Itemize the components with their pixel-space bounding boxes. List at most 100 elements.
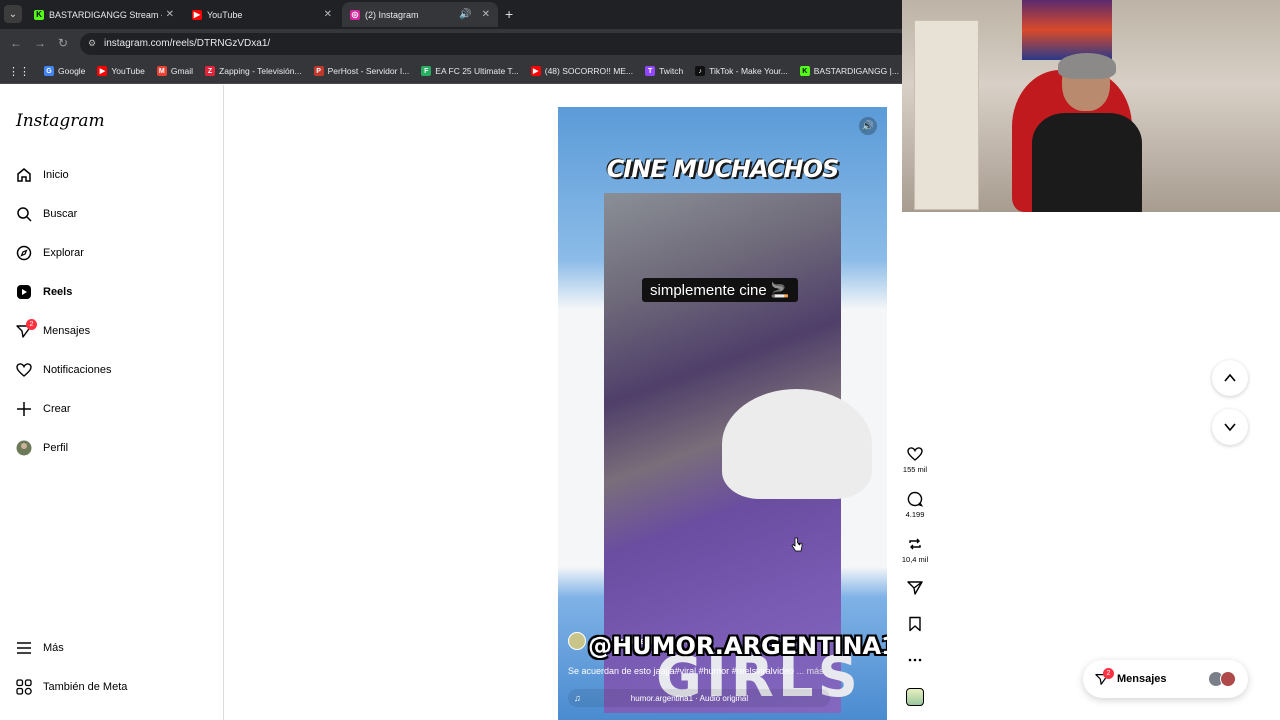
- bookmark-perhost[interactable]: P PerHost - Servidor I...: [313, 66, 409, 76]
- bookmark-label: Google: [58, 66, 86, 76]
- perhost-icon: P: [313, 66, 324, 76]
- bookmark-youtube[interactable]: ▶ YouTube: [97, 66, 145, 76]
- like-action[interactable]: 155 mil: [895, 446, 935, 474]
- back-icon[interactable]: ←: [10, 36, 22, 50]
- webcam-poster: [1022, 0, 1112, 60]
- sidebar-item-reels[interactable]: Reels: [16, 284, 72, 300]
- google-icon: G: [44, 66, 54, 76]
- sidebar-item-notificaciones[interactable]: Notificaciones: [16, 362, 111, 378]
- address-bar[interactable]: ⚙ instagram.com/reels/DTRNGzVDxa1/: [80, 33, 910, 55]
- cigarette-emoji: 🚬: [770, 282, 790, 299]
- search-icon: [16, 206, 32, 222]
- tab-search-button[interactable]: ⌄: [4, 5, 22, 23]
- volume-icon[interactable]: 🔊: [859, 117, 877, 135]
- comment-action[interactable]: 4.199: [895, 491, 935, 519]
- reel-video[interactable]: GIRLS CINE MUCHACHOS simplemente cine 🚬 …: [558, 107, 887, 720]
- streamer-hair: [1058, 53, 1116, 79]
- close-tab-icon[interactable]: ✕: [324, 9, 332, 20]
- like-count: 155 mil: [902, 465, 928, 474]
- kick-icon: K: [34, 9, 44, 20]
- previous-reel-button[interactable]: [1212, 360, 1248, 396]
- sidebar-item-label: Explorar: [43, 247, 84, 259]
- sidebar-item-label: Más: [43, 642, 64, 654]
- site-info-icon[interactable]: ⚙: [88, 38, 96, 49]
- sidebar-item-label: Mensajes: [43, 325, 91, 337]
- new-tab-button[interactable]: +: [505, 6, 513, 22]
- more-options-action[interactable]: [895, 652, 935, 668]
- author-avatar[interactable]: [568, 632, 586, 650]
- bookmark-label: Gmail: [170, 66, 194, 76]
- tab-youtube[interactable]: ▶ YouTube ✕: [184, 2, 340, 27]
- more-icon[interactable]: [907, 652, 923, 668]
- sidebar-item-explorar[interactable]: Explorar: [16, 245, 84, 261]
- bookmark-google[interactable]: G Google: [44, 66, 85, 76]
- bookmark-label: Twitch: [659, 66, 684, 76]
- tab-label: BASTARDIGANGG Stream - Wa: [49, 9, 162, 20]
- share-action[interactable]: [895, 580, 935, 596]
- forward-icon[interactable]: →: [34, 36, 46, 50]
- share-icon[interactable]: [907, 580, 923, 596]
- bookmark-socorro[interactable]: ▶ (48) SOCORRO!! ME...: [530, 66, 633, 76]
- notification-badge: 2: [1103, 668, 1114, 679]
- sidebar-item-label: Inicio: [43, 169, 69, 181]
- avatar: [1220, 671, 1236, 687]
- sidebar-item-perfil[interactable]: Perfil: [16, 440, 68, 456]
- tab-bastardigangg[interactable]: K BASTARDIGANGG Stream - Wa ✕: [26, 2, 182, 27]
- compass-icon: [16, 245, 32, 261]
- notification-badge: 2: [26, 319, 37, 330]
- sidebar-item-mensajes[interactable]: 2 Mensajes: [16, 319, 91, 339]
- chevron-down-icon: [1224, 423, 1236, 432]
- streamer-shirt: [1032, 113, 1142, 212]
- sidebar-item-label: Reels: [43, 286, 73, 298]
- more-link[interactable]: ... más: [797, 666, 824, 676]
- repost-icon[interactable]: [907, 536, 923, 552]
- plus-icon: [16, 401, 32, 417]
- bookmark-twitch[interactable]: T Twitch: [645, 66, 683, 76]
- repost-action[interactable]: 10,4 mil: [895, 536, 935, 564]
- reel-description: Se acuerdan de esto jaajja#viral #humor …: [568, 666, 824, 676]
- youtube-icon: ▶: [97, 66, 108, 76]
- reel-title: CINE MUCHACHOS: [606, 155, 840, 183]
- heart-icon: [16, 362, 32, 378]
- video-subject: [722, 389, 872, 499]
- audio-thumbnail[interactable]: [895, 688, 935, 706]
- sidebar-item-mas[interactable]: Más: [16, 640, 64, 656]
- heart-icon[interactable]: [907, 446, 923, 462]
- sidebar-item-crear[interactable]: Crear: [16, 401, 71, 417]
- menu-icon: [16, 640, 32, 656]
- close-tab-icon[interactable]: ✕: [166, 9, 174, 20]
- streamer: [1032, 53, 1142, 212]
- save-action[interactable]: [895, 616, 935, 632]
- music-note-icon: ♫: [574, 693, 581, 703]
- message-avatars: [1208, 671, 1236, 687]
- tab-label: (2) Instagram: [365, 9, 419, 20]
- bookmark-zapping[interactable]: Z Zapping - Televisión...: [205, 66, 302, 76]
- messages-button[interactable]: 2 Mensajes: [1083, 660, 1248, 698]
- close-tab-icon[interactable]: ✕: [482, 9, 490, 20]
- bookmark-gmail[interactable]: M Gmail: [156, 66, 194, 76]
- bookmark-label: TikTok - Make Your...: [709, 66, 788, 76]
- audio-pill[interactable]: ♫ humor.argentina1 · Audio original: [568, 689, 830, 707]
- comment-icon[interactable]: [907, 491, 923, 507]
- eafc-icon: F: [421, 66, 432, 76]
- apps-icon[interactable]: ⋮⋮: [8, 65, 30, 78]
- messages-label: Mensajes: [1117, 673, 1167, 685]
- repost-count: 10,4 mil: [901, 555, 929, 564]
- sidebar-item-label: Buscar: [43, 208, 78, 220]
- sidebar-item-buscar[interactable]: Buscar: [16, 206, 77, 222]
- reels-icon: [16, 284, 32, 300]
- next-reel-button[interactable]: [1212, 409, 1248, 445]
- instagram-logo[interactable]: Instagram: [16, 111, 105, 131]
- bookmark-icon[interactable]: [907, 616, 923, 632]
- bookmark-eafc[interactable]: F EA FC 25 Ultimate T...: [421, 66, 519, 76]
- youtube-icon: ▶: [530, 66, 541, 76]
- speaker-icon[interactable]: 🔊: [459, 9, 471, 20]
- hand-cursor-icon: [791, 537, 803, 552]
- bookmark-bastardigangg[interactable]: K BASTARDIGANGG |...: [799, 66, 899, 76]
- audio-cover-image[interactable]: [906, 688, 924, 706]
- tab-instagram[interactable]: ◎ (2) Instagram 🔊 ✕: [342, 2, 498, 27]
- reload-icon[interactable]: ↻: [58, 36, 68, 50]
- sidebar-item-inicio[interactable]: Inicio: [16, 167, 69, 183]
- sidebar-item-tambien-de-meta[interactable]: También de Meta: [16, 679, 127, 695]
- bookmark-tiktok[interactable]: ♪ TikTok - Make Your...: [695, 66, 788, 76]
